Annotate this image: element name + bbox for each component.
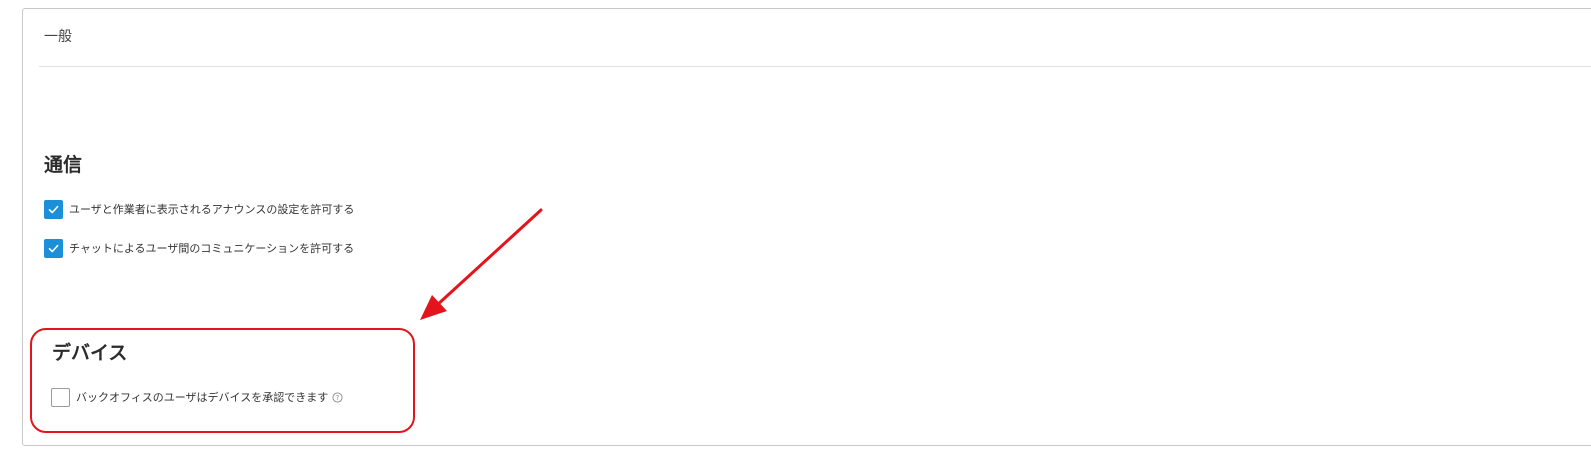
checkmark-icon: [48, 205, 59, 214]
devices-highlight-box: [30, 328, 415, 433]
chat-setting-label: チャットによるユーザ間のコミュニケーションを許可する: [69, 241, 355, 255]
chat-checkbox[interactable]: [44, 239, 63, 258]
announcement-setting-label: ユーザと作業者に表示されるアナウンスの設定を許可する: [69, 202, 355, 216]
announcement-setting-row[interactable]: ユーザと作業者に表示されるアナウンスの設定を許可する: [44, 200, 354, 219]
announcement-checkbox[interactable]: [44, 200, 63, 219]
chat-setting-row[interactable]: チャットによるユーザ間のコミュニケーションを許可する: [44, 239, 354, 258]
checkmark-icon: [48, 244, 59, 253]
panel-title: 一般: [44, 29, 72, 45]
red-arrow-icon: [420, 208, 543, 320]
panel-divider: [39, 66, 1591, 67]
communication-heading: 通信: [44, 154, 83, 176]
